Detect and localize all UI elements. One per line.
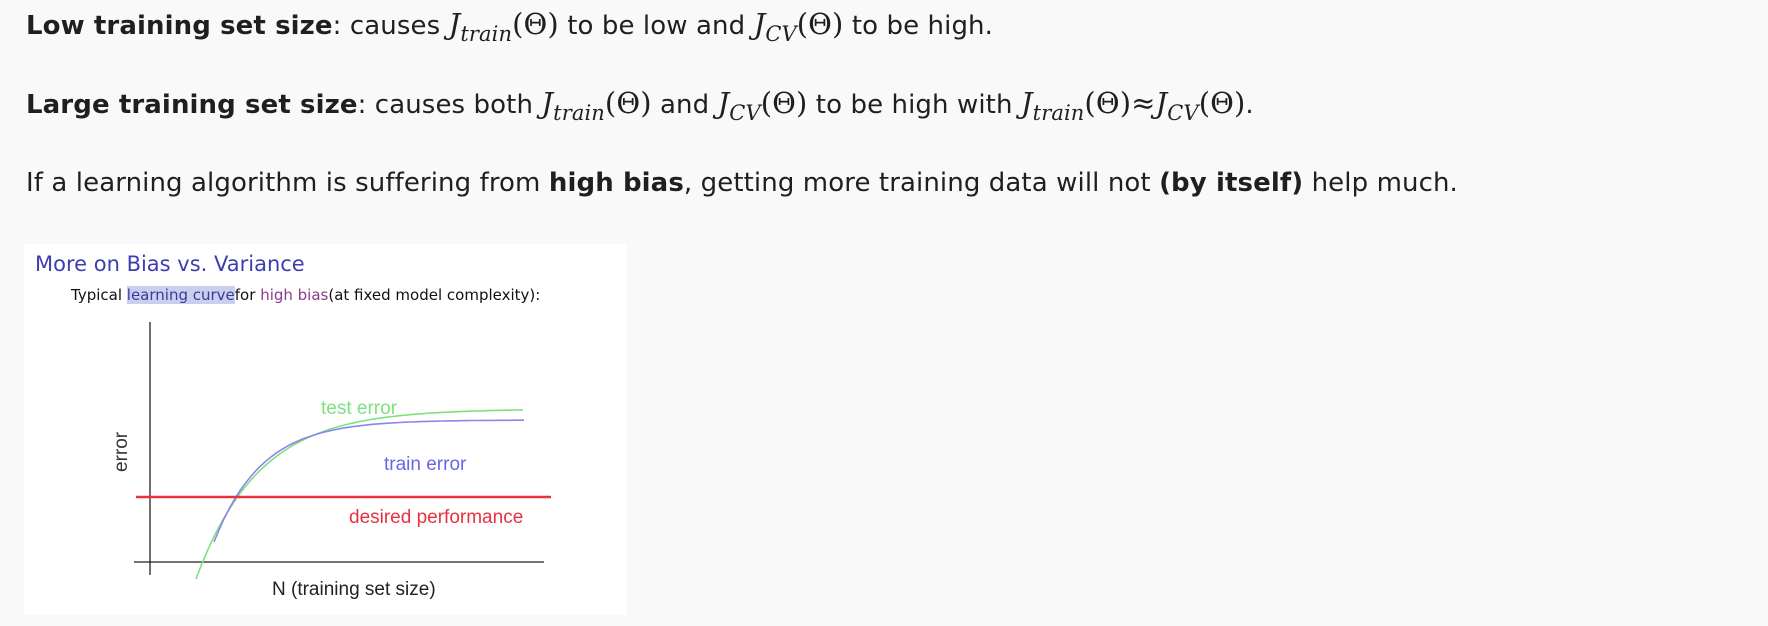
- math-j-train: Jtrain(Θ): [448, 7, 559, 45]
- math-subscript: train: [553, 101, 605, 125]
- text: to be low and: [558, 11, 754, 41]
- paragraph-high-bias: If a learning algorithm is suffering fro…: [26, 166, 1458, 200]
- paragraph-low-training-set: Low training set size: causes Jtrain(Θ) …: [26, 7, 993, 45]
- term-large-training-set-size: Large training set size: [26, 90, 358, 120]
- math-arg: (Θ): [760, 86, 808, 120]
- text: , getting more training data will not: [683, 168, 1160, 198]
- math-j: J: [1020, 86, 1033, 120]
- math-subscript: CV: [765, 22, 797, 46]
- text: .: [1245, 90, 1254, 120]
- math-j: J: [448, 7, 461, 41]
- desired-performance-label: desired performance: [349, 507, 523, 528]
- math-subscript: train: [1032, 101, 1085, 125]
- text: If a learning algorithm is suffering fro…: [26, 168, 549, 198]
- math-j: J: [753, 7, 766, 41]
- math-j-cv: JCV(Θ): [753, 7, 844, 45]
- math-j: J: [1155, 86, 1168, 120]
- term-by-itself: (by itself): [1159, 168, 1304, 198]
- test-error-label: test error: [321, 398, 398, 419]
- math-j-cv: JCV(Θ): [717, 86, 808, 124]
- math-arg: (Θ)≈: [1084, 86, 1156, 120]
- math-j: J: [541, 86, 554, 120]
- text: and: [651, 90, 718, 120]
- math-subscript: train: [460, 22, 513, 46]
- math-arg: (Θ): [512, 7, 559, 41]
- math-arg: (Θ): [796, 7, 844, 41]
- paragraph-large-training-set: Large training set size: causes both Jtr…: [26, 86, 1254, 124]
- text: help much.: [1303, 168, 1458, 198]
- math-subscript: CV: [1167, 101, 1199, 125]
- math-arg: (Θ): [1198, 86, 1246, 120]
- text: to be high with: [807, 90, 1021, 120]
- term-low-training-set-size: Low training set size: [26, 11, 333, 41]
- term-high-bias: high bias: [548, 168, 684, 198]
- math-j-train-approx: Jtrain(Θ)≈JCV(Θ): [1020, 86, 1246, 124]
- math-j: J: [717, 86, 730, 120]
- train-error-label: train error: [384, 454, 467, 475]
- math-arg: (Θ): [604, 86, 652, 120]
- text: : causes: [332, 11, 449, 41]
- y-axis-label: error: [111, 431, 132, 472]
- x-axis-label: N (training set size): [272, 579, 436, 600]
- test-error-curve: [195, 409, 524, 580]
- math-j-train: Jtrain(Θ): [541, 86, 652, 124]
- text: : causes both: [357, 90, 542, 120]
- math-subscript: CV: [729, 101, 761, 125]
- text: to be high.: [843, 11, 993, 41]
- learning-curve-chart: test error train error desired performan…: [111, 322, 551, 600]
- learning-curve-figure: More on Bias vs. Variance Typical learni…: [24, 244, 626, 615]
